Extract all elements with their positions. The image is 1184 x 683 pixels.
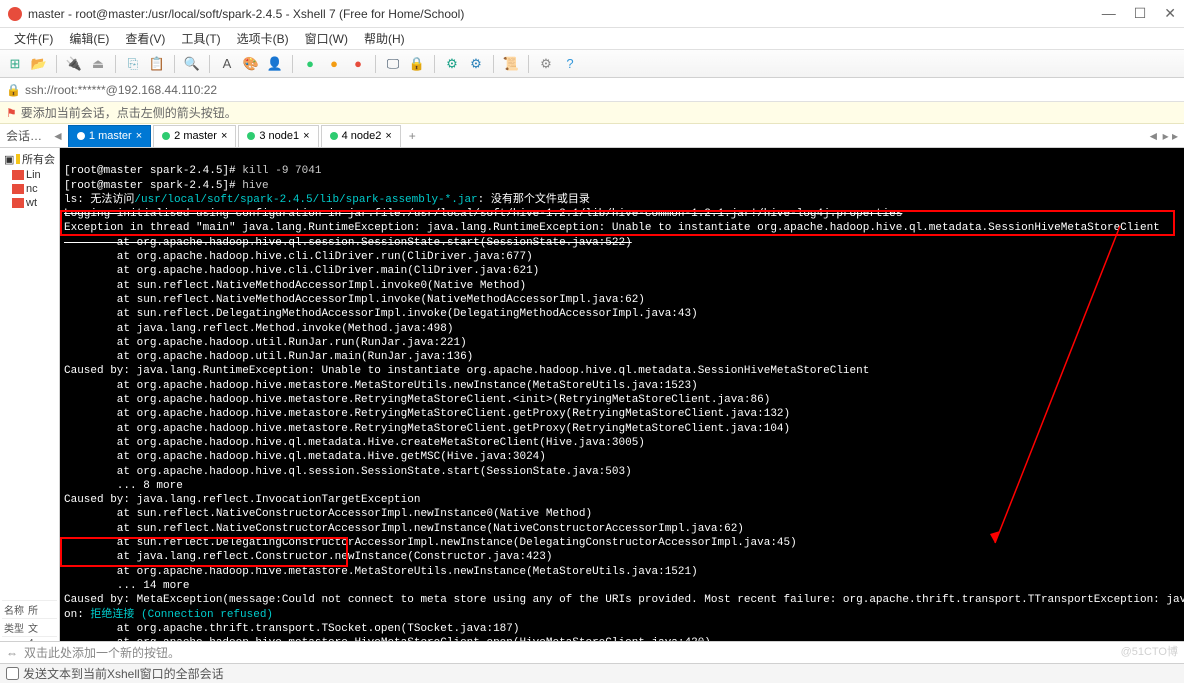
tab-1-master[interactable]: 1 master× [68, 125, 151, 147]
minimize-button[interactable]: — [1102, 5, 1116, 22]
broadcast-checkbox[interactable] [6, 667, 19, 680]
open-icon[interactable]: 📂 [30, 55, 48, 73]
hint-bar: ⚑ 要添加当前会话，点击左侧的箭头按钮。 [0, 102, 1184, 124]
status-dot-icon [162, 132, 170, 140]
tool2-icon[interactable]: ⚙ [467, 55, 485, 73]
color-icon[interactable]: 🎨 [242, 55, 260, 73]
menu-window[interactable]: 窗口(W) [299, 28, 354, 49]
tab-close-icon[interactable]: × [221, 130, 227, 142]
add-tab-button[interactable]: + [403, 129, 422, 143]
tab-close-icon[interactable]: × [136, 130, 142, 142]
lock-icon[interactable]: 🔒 [408, 55, 426, 73]
tab-2-master[interactable]: 2 master× [153, 125, 236, 147]
app-icon [8, 7, 22, 21]
flag-icon: ⚑ [6, 106, 17, 120]
lock-address-icon: 🔒 [6, 83, 21, 97]
menu-view[interactable]: 查看(V) [119, 28, 171, 49]
status-text: 发送文本到当前Xshell窗口的全部会话 [23, 665, 224, 682]
tab-4-node2[interactable]: 4 node2× [321, 125, 401, 147]
status-bar: 发送文本到当前Xshell窗口的全部会话 [0, 663, 1184, 683]
terminal-output[interactable]: [root@master spark-2.4.5]# kill -9 7041 … [60, 148, 1184, 641]
new-session-icon[interactable]: ⊞ [6, 55, 24, 73]
prop-row: 子…4 [2, 636, 57, 641]
font-icon[interactable]: A [218, 55, 236, 73]
address-text[interactable]: ssh://root:******@192.168.44.110:22 [25, 83, 217, 97]
prop-row: 类型文 [2, 618, 57, 636]
window-title: master - root@master:/usr/local/soft/spa… [28, 7, 1102, 21]
tree-item[interactable]: Lin [2, 168, 57, 182]
expand-icon[interactable]: ⇔ [6, 646, 18, 660]
titlebar: master - root@master:/usr/local/soft/spa… [0, 0, 1184, 28]
tree-item[interactable]: wt [2, 196, 57, 210]
add-button-hint: 双击此处添加一个新的按钮。 [24, 644, 180, 661]
gear-icon[interactable]: ⚙ [537, 55, 555, 73]
menu-help[interactable]: 帮助(H) [358, 28, 411, 49]
search-icon[interactable]: 🔍 [183, 55, 201, 73]
tab-nav-icon[interactable]: ◄ ▸ ▸ [1141, 129, 1184, 143]
ball2-icon[interactable]: ● [325, 55, 343, 73]
maximize-button[interactable]: ☐ [1134, 5, 1147, 22]
status-dot-icon [77, 132, 85, 140]
arrow-left-icon[interactable]: ◄ [48, 129, 68, 143]
prop-row: 名称所 [2, 600, 57, 618]
menu-tabs[interactable]: 选项卡(B) [231, 28, 295, 49]
session-tabbar: 会话… ◄ 1 master× 2 master× 3 node1× 4 nod… [0, 124, 1184, 148]
tree-item[interactable]: nc [2, 182, 57, 196]
status-dot-icon [330, 132, 338, 140]
tree-root[interactable]: ▣所有会 [2, 150, 57, 168]
disconnect-icon[interactable]: ⏏ [89, 55, 107, 73]
menu-edit[interactable]: 编辑(E) [63, 28, 115, 49]
tool1-icon[interactable]: ⚙ [443, 55, 461, 73]
copy-icon[interactable]: ⎘ [124, 55, 142, 73]
tab-3-node1[interactable]: 3 node1× [238, 125, 318, 147]
menu-file[interactable]: 文件(F) [8, 28, 59, 49]
address-bar: 🔒 ssh://root:******@192.168.44.110:22 [0, 78, 1184, 102]
profile-icon[interactable]: 👤 [266, 55, 284, 73]
ball1-icon[interactable]: ● [301, 55, 319, 73]
screen-icon[interactable]: 🖵 [384, 55, 402, 73]
hint-text: 要添加当前会话，点击左侧的箭头按钮。 [21, 104, 237, 121]
scroll-icon[interactable]: 📜 [502, 55, 520, 73]
session-label[interactable]: 会话… [0, 127, 48, 144]
ball3-icon[interactable]: ● [349, 55, 367, 73]
status-dot-icon [247, 132, 255, 140]
session-sidebar: ▣所有会 Lin nc wt 名称所 类型文 子…4 主机 端口2… 协议S… … [0, 148, 60, 641]
menubar: 文件(F) 编辑(E) 查看(V) 工具(T) 选项卡(B) 窗口(W) 帮助(… [0, 28, 1184, 50]
help-icon[interactable]: ? [561, 55, 579, 73]
tab-close-icon[interactable]: × [385, 130, 391, 142]
reconnect-icon[interactable]: 🔌 [65, 55, 83, 73]
properties-panel: 名称所 类型文 子…4 主机 端口2… 协议S… 用… [2, 600, 57, 641]
paste-icon[interactable]: 📋 [148, 55, 166, 73]
close-button[interactable]: ✕ [1164, 5, 1176, 22]
menu-tools[interactable]: 工具(T) [175, 28, 226, 49]
tab-close-icon[interactable]: × [303, 130, 309, 142]
quick-button-bar[interactable]: ⇔ 双击此处添加一个新的按钮。 [0, 641, 1184, 663]
toolbar: ⊞ 📂 🔌 ⏏ ⎘ 📋 🔍 A 🎨 👤 ● ● ● 🖵 🔒 ⚙ ⚙ 📜 ⚙ ? [0, 50, 1184, 78]
